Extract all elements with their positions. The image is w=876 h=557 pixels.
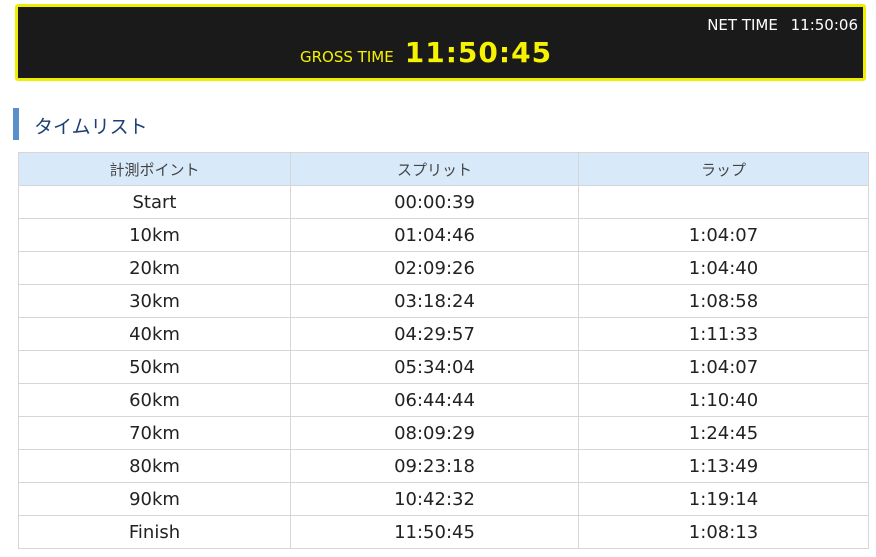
cell-split: 01:04:46 (290, 218, 579, 252)
table-row: 50km 05:34:04 1:04:07 (18, 350, 869, 384)
table-row: 70km 08:09:29 1:24:45 (18, 416, 869, 450)
gross-time-row: GROSS TIME 11:50:45 (300, 36, 552, 69)
table-row: 10km 01:04:46 1:04:07 (18, 218, 869, 252)
cell-lap: 1:08:58 (578, 284, 869, 318)
cell-split: 08:09:29 (290, 416, 579, 450)
cell-point: Start (18, 185, 291, 219)
cell-point: 10km (18, 218, 291, 252)
time-list-heading: タイムリスト (13, 108, 313, 140)
cell-split: 04:29:57 (290, 317, 579, 351)
net-time-value: 11:50:06 (790, 16, 858, 34)
cell-point: 20km (18, 251, 291, 285)
cell-split: 11:50:45 (290, 515, 579, 549)
cell-split: 06:44:44 (290, 383, 579, 417)
net-time-label: NET TIME (707, 16, 778, 34)
table-row: 30km 03:18:24 1:08:58 (18, 284, 869, 318)
column-header-lap: ラップ (578, 152, 869, 186)
net-time-row: NET TIME 11:50:06 (707, 16, 858, 34)
cell-lap: 1:04:07 (578, 350, 869, 384)
cell-point: 60km (18, 383, 291, 417)
table-row: 80km 09:23:18 1:13:49 (18, 449, 869, 483)
cell-split: 10:42:32 (290, 482, 579, 516)
table-row: 20km 02:09:26 1:04:40 (18, 251, 869, 285)
cell-lap: 1:08:13 (578, 515, 869, 549)
table-header-row: 計測ポイント スプリット ラップ (18, 152, 869, 186)
cell-point: Finish (18, 515, 291, 549)
table-row: 60km 06:44:44 1:10:40 (18, 383, 869, 417)
cell-lap: 1:04:07 (578, 218, 869, 252)
heading-accent-bar (13, 108, 19, 140)
cell-lap: 1:11:33 (578, 317, 869, 351)
table-row: 90km 10:42:32 1:19:14 (18, 482, 869, 516)
cell-point: 70km (18, 416, 291, 450)
time-list-table: 計測ポイント スプリット ラップ Start 00:00:39 10km 01:04:… (18, 152, 869, 549)
time-display-panel: NET TIME 11:50:06 GROSS TIME 11:50:45 (15, 4, 866, 81)
cell-split: 03:18:24 (290, 284, 579, 318)
cell-lap: 1:24:45 (578, 416, 869, 450)
cell-lap (578, 185, 869, 219)
table-row: Start 00:00:39 (18, 185, 869, 219)
cell-lap: 1:10:40 (578, 383, 869, 417)
table-row: Finish 11:50:45 1:08:13 (18, 515, 869, 549)
cell-point: 50km (18, 350, 291, 384)
gross-time-label: GROSS TIME (300, 48, 394, 66)
cell-lap: 1:04:40 (578, 251, 869, 285)
column-header-split: スプリット (290, 152, 579, 186)
column-header-point: 計測ポイント (18, 152, 291, 186)
cell-split: 05:34:04 (290, 350, 579, 384)
cell-split: 02:09:26 (290, 251, 579, 285)
cell-split: 09:23:18 (290, 449, 579, 483)
section-title: タイムリスト (34, 116, 148, 138)
table-row: 40km 04:29:57 1:11:33 (18, 317, 869, 351)
gross-time-value: 11:50:45 (404, 36, 553, 69)
cell-point: 40km (18, 317, 291, 351)
cell-point: 90km (18, 482, 291, 516)
cell-point: 30km (18, 284, 291, 318)
cell-split: 00:00:39 (290, 185, 579, 219)
cell-lap: 1:13:49 (578, 449, 869, 483)
cell-point: 80km (18, 449, 291, 483)
cell-lap: 1:19:14 (578, 482, 869, 516)
